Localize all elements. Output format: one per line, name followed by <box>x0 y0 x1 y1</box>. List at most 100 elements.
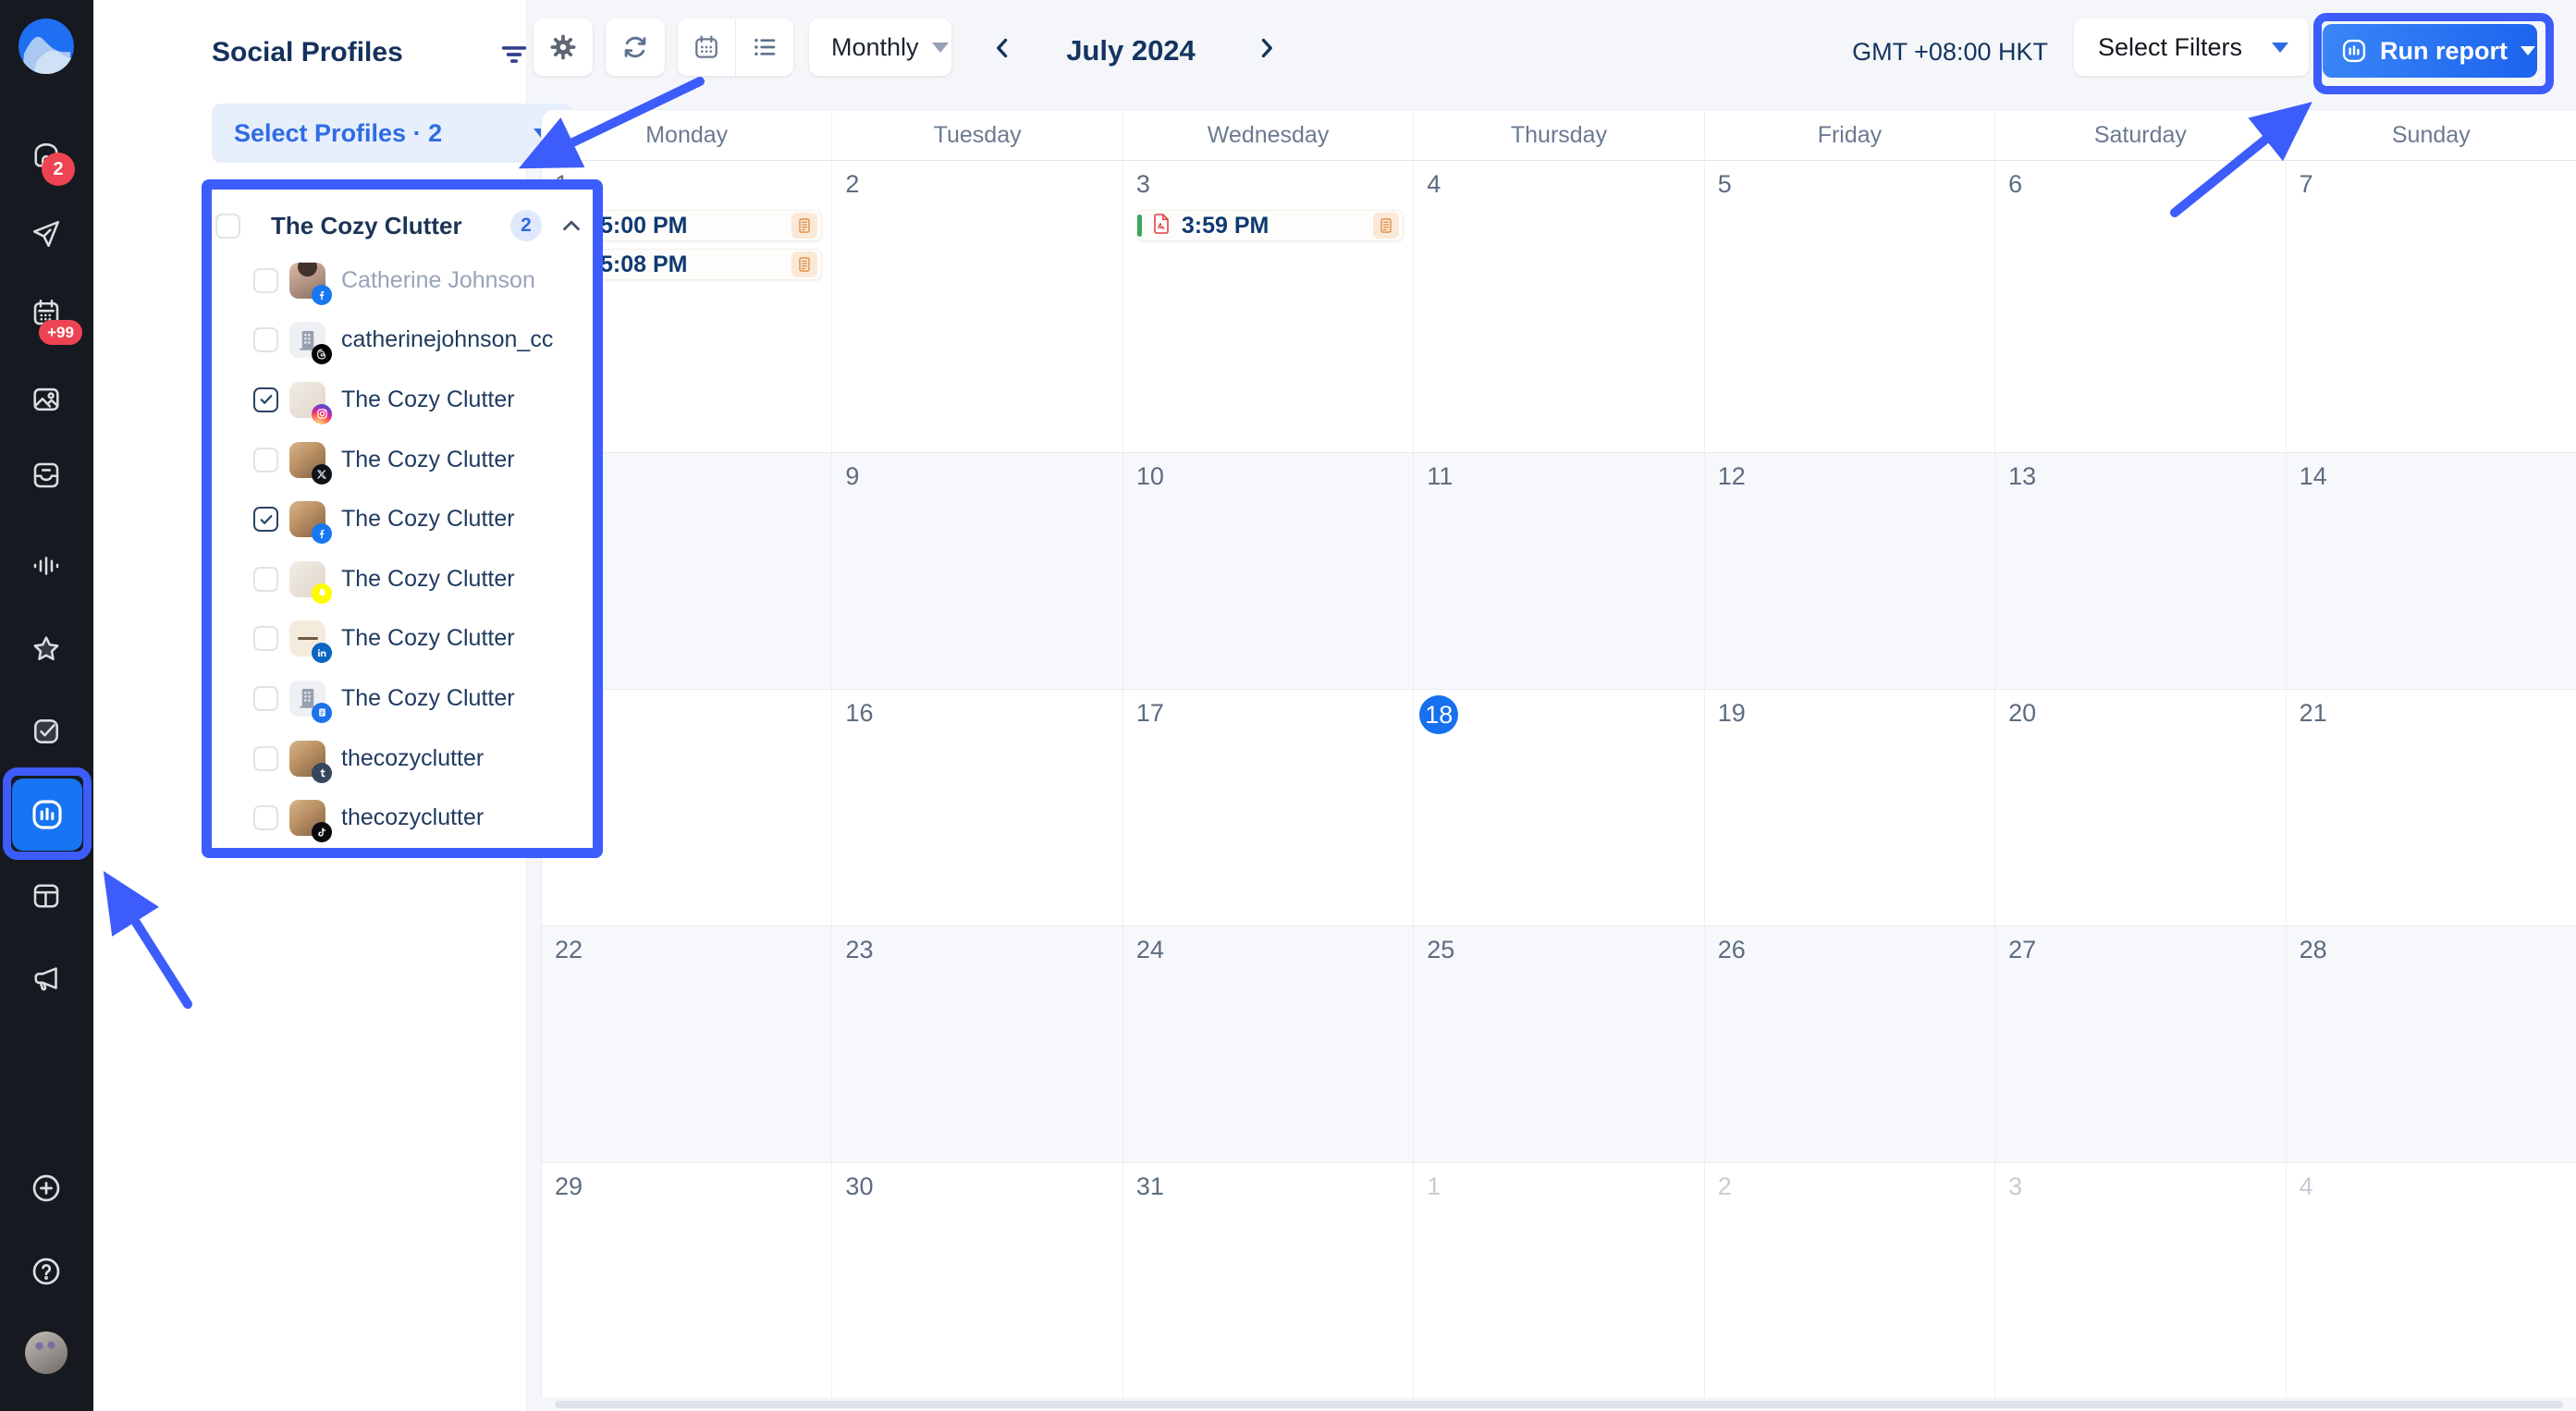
report-stamp-icon <box>791 213 818 239</box>
sidebar-add-button[interactable] <box>13 1155 80 1221</box>
google-business-icon <box>312 702 332 723</box>
profile-list-item[interactable]: The Cozy Clutter <box>212 430 593 490</box>
sidebar-item-media[interactable] <box>13 366 80 433</box>
calendar-day-cell[interactable]: 2 <box>1704 1163 1996 1397</box>
profile-name: The Cozy Clutter <box>341 506 515 533</box>
calendar-day-cell[interactable]: 16 <box>832 690 1123 926</box>
profile-list-item[interactable]: The Cozy Clutter <box>212 489 593 549</box>
day-header: Thursday <box>1414 110 1705 160</box>
checkbox-unchecked[interactable] <box>253 267 278 293</box>
calendar-day-cell[interactable]: 13 <box>1995 453 2287 690</box>
select-filters-dropdown[interactable]: Select Filters <box>2074 18 2309 76</box>
calendar-day-cell[interactable]: 23 <box>832 926 1123 1163</box>
date-number: 10 <box>1135 462 1164 490</box>
calendar-day-cell[interactable]: 6 <box>1995 161 2287 453</box>
filter-icon[interactable] <box>498 39 530 70</box>
calendar-day-cell[interactable]: 25 <box>1414 926 1705 1163</box>
calendar-day-cell[interactable]: 24 <box>1122 926 1415 1163</box>
tumblr-icon <box>312 762 332 783</box>
profile-list-item[interactable]: The Cozy Clutter <box>212 669 593 729</box>
profile-group-row[interactable]: The Cozy Clutter 2 <box>212 201 593 251</box>
calendar-day-cell[interactable]: 4 <box>2286 1163 2576 1397</box>
calendar-day-cell[interactable]: 3 <box>1995 1163 2287 1397</box>
report-chart-icon <box>2342 39 2366 63</box>
calendar-view-icon[interactable] <box>678 18 735 76</box>
checkbox-unchecked[interactable] <box>253 566 278 592</box>
chevron-down-icon <box>2521 46 2535 55</box>
calendar-day-cell[interactable]: 4 <box>1414 161 1705 453</box>
profiles-list: The Cozy Clutter 2 Catherine Johnson cath… <box>212 190 593 848</box>
calendar-day-cell[interactable]: 21 <box>2286 690 2576 926</box>
sidebar-item-inbox[interactable] <box>13 442 80 509</box>
calendar-day-cell[interactable]: 9 <box>832 453 1123 690</box>
scheduled-report-event[interactable]: 3:59 PM <box>1135 210 1405 241</box>
profile-name: Catherine Johnson <box>341 266 535 293</box>
sidebar-help-button[interactable] <box>13 1238 80 1305</box>
profile-list-item[interactable]: thecozyclutter <box>212 729 593 789</box>
calendar-day-cell[interactable]: 30 <box>832 1163 1123 1397</box>
sidebar-item-reports[interactable] <box>12 779 82 851</box>
checkbox-unchecked[interactable] <box>253 745 278 771</box>
group-checkbox[interactable] <box>215 213 240 239</box>
previous-month-button[interactable] <box>982 28 1023 68</box>
calendar-day-cell[interactable]: 10 <box>1122 453 1415 690</box>
sidebar-item-tasks[interactable] <box>13 698 80 765</box>
profile-list-item[interactable]: thecozyclutter <box>212 788 593 848</box>
facebook-icon <box>312 284 332 305</box>
calendar-day-cell[interactable]: 5 <box>1704 161 1996 453</box>
profile-avatar <box>289 501 332 545</box>
checkbox-checked[interactable] <box>253 507 278 533</box>
sidebar-item-reviews[interactable] <box>13 616 80 682</box>
vista-social-logo[interactable] <box>18 18 74 74</box>
date-number: 19 <box>1717 699 1746 727</box>
home-notification-badge: 2 <box>42 153 75 186</box>
horizontal-scrollbar[interactable] <box>555 1401 2563 1408</box>
calendar-day-cell[interactable]: 31 <box>1122 1163 1415 1397</box>
calendar-day-cell[interactable]: 26 <box>1704 926 1996 1163</box>
profile-list-item[interactable]: The Cozy Clutter <box>212 609 593 669</box>
calendar-day-cell[interactable]: 19 <box>1704 690 1996 926</box>
calendar-day-cell[interactable]: 20 <box>1995 690 2287 926</box>
calendar-day-cell[interactable]: 2 <box>832 161 1123 453</box>
calendar-day-cell[interactable]: 12 <box>1704 453 1996 690</box>
checkbox-unchecked[interactable] <box>253 805 278 831</box>
profile-list-item[interactable]: The Cozy Clutter <box>212 370 593 430</box>
profile-avatar <box>289 620 332 664</box>
next-month-button[interactable] <box>1246 28 1287 68</box>
calendar-day-cell[interactable]: 29 <box>542 1163 833 1397</box>
calendar-day-cell[interactable]: 14 <box>2286 453 2576 690</box>
calendar-day-cell[interactable]: 18 <box>1414 690 1705 926</box>
select-profiles-dropdown[interactable]: Select Profiles · 2 <box>212 104 572 163</box>
profile-name: The Cozy Clutter <box>341 565 515 592</box>
calendar-day-cell[interactable]: 28 <box>2286 926 2576 1163</box>
user-avatar[interactable] <box>13 1319 80 1386</box>
date-number: 2 <box>845 170 860 198</box>
profile-list-item[interactable]: catherinejohnson_cc <box>212 311 593 371</box>
calendar-day-cell[interactable]: 22 <box>542 926 833 1163</box>
calendar-day-cell[interactable]: 17 <box>1122 690 1415 926</box>
run-report-button[interactable]: Run report <box>2323 24 2537 78</box>
view-period-dropdown[interactable]: Monthly <box>809 18 951 76</box>
checkbox-unchecked[interactable] <box>253 447 278 472</box>
checkbox-checked[interactable] <box>253 386 278 412</box>
calendar-settings-button[interactable] <box>534 18 593 76</box>
calendar-day-cell[interactable]: 27 <box>1995 926 2287 1163</box>
calendar-day-cell[interactable]: 1 <box>1414 1163 1705 1397</box>
checkbox-unchecked[interactable] <box>253 327 278 353</box>
checkbox-unchecked[interactable] <box>253 685 278 711</box>
profile-list-item[interactable]: Catherine Johnson <box>212 251 593 311</box>
sidebar-item-publish[interactable] <box>13 201 80 267</box>
refresh-button[interactable] <box>606 18 665 76</box>
profile-list-item[interactable]: The Cozy Clutter <box>212 549 593 609</box>
profile-avatar <box>289 560 332 604</box>
chevron-up-icon[interactable] <box>558 212 585 239</box>
checkbox-unchecked[interactable] <box>253 626 278 652</box>
select-filters-label: Select Filters <box>2098 32 2243 61</box>
sidebar-item-boards[interactable] <box>13 863 80 929</box>
sidebar-item-listening[interactable] <box>13 533 80 599</box>
list-view-icon[interactable] <box>736 18 793 76</box>
calendar-day-cell[interactable]: 11 <box>1414 453 1705 690</box>
calendar-day-cell[interactable]: 7 <box>2286 161 2576 453</box>
sidebar-item-advocacy[interactable] <box>13 945 80 1012</box>
calendar-day-cell[interactable]: 3 3:59 PM <box>1122 161 1415 453</box>
